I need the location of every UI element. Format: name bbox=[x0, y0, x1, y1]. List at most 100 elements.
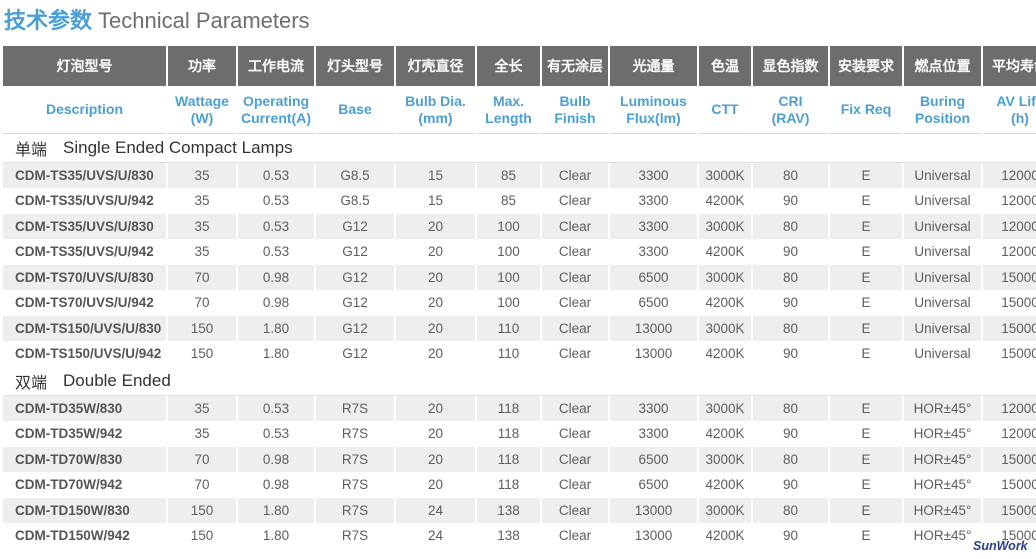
table-cell: E bbox=[830, 265, 902, 291]
header-en-line: AV Life bbox=[996, 92, 1036, 109]
header-cn-cell: 色温 bbox=[699, 46, 751, 86]
header-en-cell: Luminous Flux(lm) bbox=[610, 86, 697, 134]
table-cell: 0.98 bbox=[238, 472, 314, 498]
table-cell: 100 bbox=[477, 214, 540, 240]
table-cell: R7S bbox=[316, 472, 394, 498]
table-cell: Clear bbox=[542, 341, 608, 367]
table-cell: Universal bbox=[904, 239, 981, 265]
table-cell: Clear bbox=[542, 214, 608, 240]
header-cn-cell: 显色指数 bbox=[753, 46, 828, 86]
table-cell: 15000 bbox=[983, 472, 1036, 498]
table-cell: 3000K bbox=[699, 214, 751, 240]
header-en-line: Flux(lm) bbox=[626, 109, 681, 126]
table-cell: 150 bbox=[168, 498, 236, 524]
table-cell: Universal bbox=[904, 265, 981, 291]
table-cell: 12000 bbox=[983, 421, 1036, 447]
header-en-cell: Base bbox=[316, 86, 394, 134]
table-cell: 15000 bbox=[983, 265, 1036, 291]
table-cell: 15000 bbox=[983, 447, 1036, 473]
table-cell: 13000 bbox=[610, 341, 697, 367]
table-cell: 3300 bbox=[610, 163, 697, 189]
table-cell: HOR±45° bbox=[904, 498, 981, 524]
table-cell: 12000 bbox=[983, 396, 1036, 422]
table-cell: E bbox=[830, 214, 902, 240]
table-cell: G12 bbox=[316, 214, 394, 240]
table-cell: Clear bbox=[542, 523, 608, 549]
table-cell: 15000 bbox=[983, 498, 1036, 524]
table-cell: 150 bbox=[168, 316, 236, 342]
table-cell: 70 bbox=[168, 265, 236, 291]
table-cell: 4200K bbox=[699, 523, 751, 549]
header-en-line: (RAV) bbox=[771, 109, 810, 126]
table-cell: E bbox=[830, 396, 902, 422]
table-cell: 0.53 bbox=[238, 188, 314, 214]
model-cell: CDM-TS35/UVS/U/942 bbox=[3, 188, 166, 214]
table-cell: 20 bbox=[396, 214, 475, 240]
table-cell: 20 bbox=[396, 421, 475, 447]
table-cell: 3000K bbox=[699, 447, 751, 473]
header-en-line: Bulb bbox=[559, 92, 591, 109]
table-cell: Clear bbox=[542, 472, 608, 498]
table-cell: Clear bbox=[542, 265, 608, 291]
header-en-cell: CRI (RAV) bbox=[753, 86, 828, 134]
table-cell: Clear bbox=[542, 396, 608, 422]
table-cell: Clear bbox=[542, 498, 608, 524]
table-cell: 35 bbox=[168, 421, 236, 447]
table-cell: 138 bbox=[477, 498, 540, 524]
table-cell: Universal bbox=[904, 341, 981, 367]
header-en-cell: Bulb Dia. (mm) bbox=[396, 86, 475, 134]
table-cell: 15000 bbox=[983, 316, 1036, 342]
table-cell: 3000K bbox=[699, 498, 751, 524]
table-cell: 80 bbox=[753, 214, 828, 240]
header-en-line: (h) bbox=[1011, 109, 1029, 126]
header-en-line: Position bbox=[914, 109, 971, 126]
table-cell: 3000K bbox=[699, 163, 751, 189]
table-cell: 3300 bbox=[610, 239, 697, 265]
header-cn-cell: 灯头型号 bbox=[316, 46, 394, 86]
table-cell: 100 bbox=[477, 239, 540, 265]
table-cell: 85 bbox=[477, 163, 540, 189]
table-cell: 100 bbox=[477, 265, 540, 291]
table-cell: 118 bbox=[477, 447, 540, 473]
table-cell: HOR±45° bbox=[904, 447, 981, 473]
table-cell: E bbox=[830, 188, 902, 214]
section-title-en: Double Ended bbox=[63, 371, 171, 390]
table-cell: 1.80 bbox=[238, 341, 314, 367]
table-cell: 3300 bbox=[610, 396, 697, 422]
table-cell: 6500 bbox=[610, 447, 697, 473]
table-cell: 110 bbox=[477, 341, 540, 367]
page-title: 技术参数 Technical Parameters bbox=[4, 5, 310, 37]
table-cell: R7S bbox=[316, 421, 394, 447]
section-title-cn: 双端 bbox=[15, 373, 48, 392]
table-cell: Universal bbox=[904, 188, 981, 214]
table-cell: 20 bbox=[396, 265, 475, 291]
table-cell: 13000 bbox=[610, 498, 697, 524]
header-cn-cell: 安装要求 bbox=[830, 46, 902, 86]
header-en-line: CTT bbox=[711, 101, 739, 117]
table-cell: 35 bbox=[168, 396, 236, 422]
model-cell: CDM-TS70/UVS/U/942 bbox=[3, 290, 166, 316]
model-cell: CDM-TD70W/830 bbox=[3, 447, 166, 473]
header-en-cell: CTT bbox=[699, 86, 751, 134]
table-cell: HOR±45° bbox=[904, 472, 981, 498]
table-cell: 12000 bbox=[983, 239, 1036, 265]
table-cell: 0.53 bbox=[238, 163, 314, 189]
model-cell: CDM-TS150/UVS/U/942 bbox=[3, 341, 166, 367]
model-cell: CDM-TD150W/830 bbox=[3, 498, 166, 524]
table-cell: 20 bbox=[396, 472, 475, 498]
header-cn-cell: 燃点位置 bbox=[904, 46, 981, 86]
table-cell: 138 bbox=[477, 523, 540, 549]
table-cell: 90 bbox=[753, 188, 828, 214]
table-cell: 3000K bbox=[699, 316, 751, 342]
table-cell: 20 bbox=[396, 316, 475, 342]
table-cell: 20 bbox=[396, 447, 475, 473]
header-en-line: (W) bbox=[190, 109, 214, 126]
header-en-line: Max. bbox=[492, 92, 525, 109]
header-en-cell: Max. Length bbox=[477, 86, 540, 134]
model-cell: CDM-TS70/UVS/U/830 bbox=[3, 265, 166, 291]
table-cell: 4200K bbox=[699, 239, 751, 265]
model-cell: CDM-TD35W/830 bbox=[3, 396, 166, 422]
table-cell: E bbox=[830, 498, 902, 524]
table-cell: E bbox=[830, 447, 902, 473]
table-cell: 0.53 bbox=[238, 421, 314, 447]
